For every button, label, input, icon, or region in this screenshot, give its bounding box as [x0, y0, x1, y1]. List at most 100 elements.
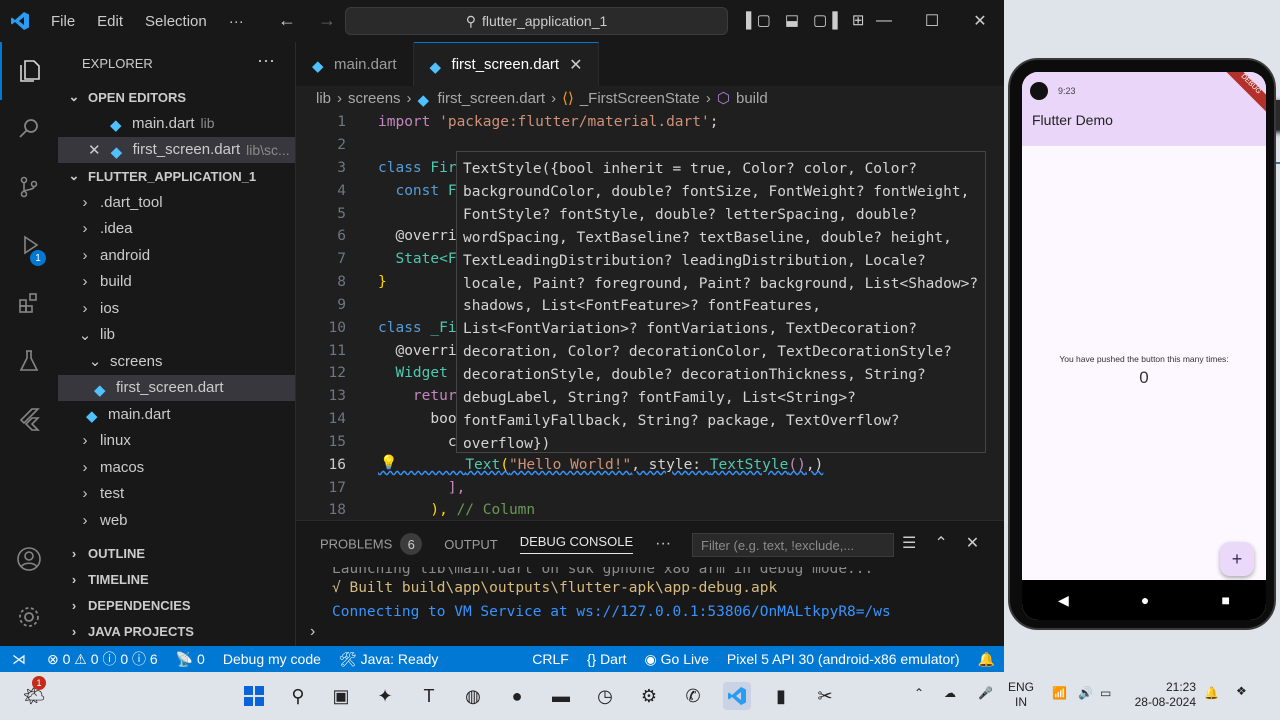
- open-editors-header[interactable]: ⌄ OPEN EDITORS: [58, 84, 295, 110]
- ports-status[interactable]: 📡 0: [167, 651, 214, 668]
- tab-first-screen[interactable]: ◆ first_screen.dart ✕: [413, 42, 600, 86]
- account-icon[interactable]: [0, 530, 58, 588]
- widgets-icon[interactable]: 🌤 1: [20, 676, 48, 710]
- project-header[interactable]: ⌄ FLUTTER_APPLICATION_1: [58, 163, 295, 189]
- vscode-taskbar-icon[interactable]: [723, 682, 751, 710]
- settings-gear-icon[interactable]: ⚙: [635, 682, 663, 710]
- menu-selection[interactable]: Selection: [134, 13, 218, 30]
- snipping-tool-icon[interactable]: ✂: [811, 682, 839, 710]
- settings-gear-icon[interactable]: [0, 588, 58, 646]
- clear-console-icon[interactable]: ☰: [902, 533, 916, 553]
- tree-item-macos[interactable]: › macos: [58, 454, 295, 481]
- source-control-icon[interactable]: [0, 158, 58, 216]
- notifications-bell-icon[interactable]: 🔔: [969, 651, 1004, 668]
- close-tab-icon[interactable]: ✕: [569, 55, 582, 75]
- console-prompt-icon[interactable]: ›: [310, 623, 315, 641]
- teams-icon[interactable]: T: [415, 682, 443, 710]
- task-view-icon[interactable]: ▣: [327, 682, 355, 710]
- tab-problems[interactable]: PROBLEMS 6: [320, 533, 423, 555]
- menu-file[interactable]: File: [40, 13, 86, 30]
- java-projects-header[interactable]: › JAVA PROJECTS: [58, 619, 295, 645]
- tree-item-dart-tool[interactable]: › .dart_tool: [58, 189, 295, 216]
- chrome-icon[interactable]: ◍: [459, 682, 487, 710]
- extensions-icon[interactable]: [0, 274, 58, 332]
- tree-item-idea[interactable]: › .idea: [58, 216, 295, 243]
- flutter-icon[interactable]: [0, 390, 58, 448]
- volume-icon[interactable]: 🔊: [1078, 686, 1093, 701]
- copilot-app-icon[interactable]: ✦: [371, 682, 399, 710]
- toggle-panel-icon[interactable]: ⬓: [785, 11, 799, 29]
- android-studio-icon[interactable]: ▮: [767, 682, 795, 710]
- timeline-header[interactable]: › TIMELINE: [58, 567, 295, 593]
- close-window-button[interactable]: ✕: [956, 0, 1004, 42]
- maximize-panel-icon[interactable]: ⌃: [934, 533, 947, 553]
- wifi-icon[interactable]: 📶: [1052, 686, 1067, 701]
- language-indicator[interactable]: ENG IN: [1008, 680, 1034, 710]
- console-filter-input[interactable]: Filter (e.g. text, !exclude,...: [692, 533, 894, 557]
- lightbulb-icon[interactable]: 💡: [380, 455, 397, 471]
- tree-item-first-screen[interactable]: ◆ first_screen.dart: [58, 374, 295, 401]
- tree-item-android[interactable]: › android: [58, 242, 295, 269]
- clock[interactable]: 21:23 28-08-2024: [1130, 680, 1196, 710]
- eol-status[interactable]: CRLF: [523, 651, 578, 667]
- search-icon[interactable]: [0, 100, 58, 158]
- explorer-icon[interactable]: [0, 42, 58, 100]
- tree-item-screens[interactable]: ⌄ screens: [58, 348, 295, 375]
- increment-fab-button[interactable]: +: [1220, 542, 1254, 576]
- dependencies-header[interactable]: › DEPENDENCIES: [58, 593, 295, 619]
- language-status[interactable]: {} Dart: [578, 651, 636, 667]
- back-nav-icon[interactable]: ◀: [1058, 592, 1069, 609]
- battery-icon[interactable]: ▭: [1100, 686, 1111, 701]
- debug-config-status[interactable]: Debug my code: [214, 651, 330, 667]
- tree-item-lib[interactable]: ⌄ lib: [58, 322, 295, 349]
- tree-item-linux[interactable]: › linux: [58, 428, 295, 455]
- windows-start-icon[interactable]: [240, 682, 268, 710]
- crumb-class[interactable]: _FirstScreenState: [580, 90, 700, 107]
- device-status[interactable]: Pixel 5 API 30 (android-x86 emulator): [718, 651, 969, 667]
- whatsapp-icon[interactable]: ✆: [679, 682, 707, 710]
- run-debug-icon[interactable]: 1: [0, 216, 58, 274]
- notification-bell-icon[interactable]: 🔔: [1204, 686, 1219, 701]
- search-icon[interactable]: ⚲: [284, 682, 312, 710]
- back-arrow-icon[interactable]: ←: [278, 10, 296, 30]
- close-panel-icon[interactable]: ✕: [966, 533, 979, 553]
- menu-edit[interactable]: Edit: [86, 13, 134, 30]
- open-editor-main[interactable]: ◆ main.dart lib: [58, 110, 295, 137]
- go-live-status[interactable]: ◉ Go Live: [636, 651, 718, 668]
- java-status[interactable]: 🛠 Java: Ready: [330, 651, 448, 668]
- outline-header[interactable]: › OUTLINE: [58, 541, 295, 567]
- menu-more[interactable]: ···: [218, 13, 255, 30]
- tab-main-dart[interactable]: ◆ main.dart: [296, 42, 414, 86]
- tree-item-build[interactable]: › build: [58, 269, 295, 296]
- copilot-tray-icon[interactable]: ❖: [1236, 684, 1247, 699]
- remote-icon[interactable]: ⋊: [0, 651, 38, 668]
- toggle-sidebar-icon[interactable]: ▌▢: [746, 11, 771, 29]
- tree-item-test[interactable]: › test: [58, 481, 295, 508]
- panel-more-icon[interactable]: ···: [655, 535, 671, 553]
- maximize-button[interactable]: ☐: [908, 0, 956, 42]
- crumb-lib[interactable]: lib: [316, 90, 331, 107]
- command-search-box[interactable]: ⚲ flutter_application_1: [345, 7, 728, 35]
- home-nav-icon[interactable]: ●: [1141, 592, 1149, 608]
- tab-output[interactable]: OUTPUT: [444, 537, 497, 552]
- tab-debug-console[interactable]: DEBUG CONSOLE: [519, 534, 634, 554]
- testing-flask-icon[interactable]: [0, 332, 58, 390]
- close-icon[interactable]: ✕: [88, 141, 101, 159]
- onedrive-icon[interactable]: ☁: [944, 686, 956, 701]
- crumb-screens[interactable]: screens: [348, 90, 401, 107]
- microphone-icon[interactable]: 🎤: [978, 686, 993, 701]
- minimize-button[interactable]: —: [860, 0, 908, 42]
- open-editor-first-screen[interactable]: ✕ ◆ first_screen.dart lib\sc...: [58, 136, 295, 163]
- problems-status[interactable]: ⊗ 0 ⚠ 0 ⓘ 0 ⓘ 6: [38, 649, 167, 669]
- clock-app-icon[interactable]: ◷: [591, 682, 619, 710]
- tree-item-main-dart[interactable]: ◆ main.dart: [58, 401, 295, 428]
- explorer-more-icon[interactable]: ···: [257, 50, 275, 71]
- tree-item-ios[interactable]: › ios: [58, 295, 295, 322]
- spotify-icon[interactable]: ●: [503, 682, 531, 710]
- recents-nav-icon[interactable]: ■: [1221, 592, 1229, 608]
- file-explorer-icon[interactable]: ▬: [547, 682, 575, 710]
- tray-overflow-icon[interactable]: ⌃: [914, 686, 924, 701]
- tree-item-web[interactable]: › web: [58, 507, 295, 534]
- toggle-secondary-sidebar-icon[interactable]: ▢▐: [813, 11, 838, 29]
- forward-arrow-icon[interactable]: →: [318, 10, 336, 30]
